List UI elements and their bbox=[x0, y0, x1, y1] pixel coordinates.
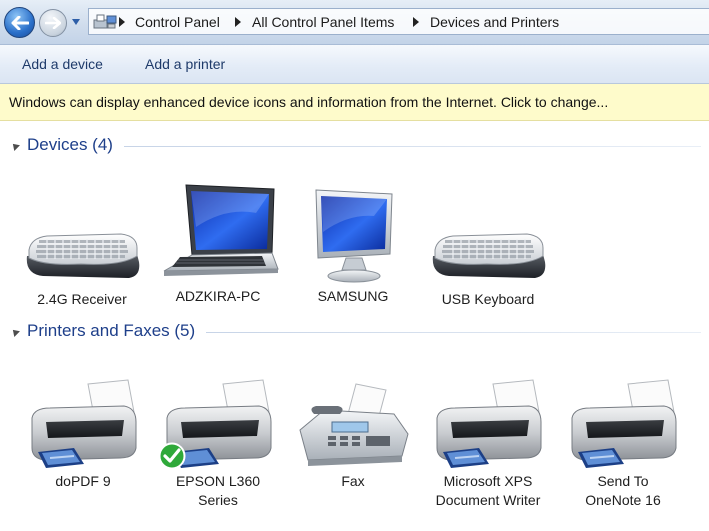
recent-pages-dropdown-icon[interactable] bbox=[71, 18, 81, 26]
keyboard-icon bbox=[26, 233, 140, 278]
info-bar-text[interactable]: Windows can display enhanced device icon… bbox=[9, 94, 608, 110]
printer-label: doPDF 9 bbox=[55, 473, 111, 489]
default-printer-check-icon bbox=[158, 442, 186, 470]
devices-group-header[interactable]: Devices (4) bbox=[0, 134, 709, 158]
printer-icon bbox=[571, 379, 677, 468]
device-item-adzkira-pc[interactable]: ADZKIRA-PC bbox=[153, 183, 283, 306]
info-bar[interactable]: Windows can display enhanced device icon… bbox=[0, 84, 709, 121]
add-device-button[interactable]: Add a device bbox=[22, 56, 103, 72]
printers-group-header[interactable]: Printers and Faxes (5) bbox=[0, 320, 709, 344]
printer-item-send-to-onenote[interactable]: Send To OneNote 16 bbox=[558, 378, 688, 510]
breadcrumb-separator-icon[interactable] bbox=[413, 17, 419, 27]
command-bar: Add a device Add a printer bbox=[0, 45, 709, 84]
printer-label-line2: Series bbox=[198, 492, 238, 508]
device-label: 2.4G Receiver bbox=[37, 291, 127, 307]
printer-item-dopdf-9[interactable]: doPDF 9 bbox=[18, 378, 148, 491]
printer-label: Microsoft XPS bbox=[443, 473, 533, 489]
collapse-triangle-icon[interactable] bbox=[10, 141, 20, 151]
collapse-triangle-icon[interactable] bbox=[10, 327, 20, 337]
device-label: SAMSUNG bbox=[317, 288, 389, 304]
printer-item-epson-l360[interactable]: EPSON L360 Series bbox=[153, 378, 283, 510]
breadcrumb-separator-icon[interactable] bbox=[235, 17, 241, 27]
address-bar[interactable]: Control Panel All Control Panel Items De… bbox=[88, 8, 709, 35]
breadcrumb-item-devices-printers[interactable]: Devices and Printers bbox=[430, 14, 559, 30]
breadcrumb-item-all-items[interactable]: All Control Panel Items bbox=[252, 14, 394, 30]
printer-label-line2: Document Writer bbox=[435, 492, 541, 508]
printer-label-line2: OneNote 16 bbox=[585, 492, 661, 508]
address-toolbar: Control Panel All Control Panel Items De… bbox=[0, 0, 709, 45]
printer-item-fax[interactable]: Fax bbox=[288, 380, 418, 491]
arrow-right-icon bbox=[45, 17, 61, 29]
device-item-samsung[interactable]: SAMSUNG bbox=[288, 188, 418, 306]
device-item-usb-keyboard[interactable]: USB Keyboard bbox=[423, 226, 553, 309]
keyboard-icon bbox=[432, 233, 546, 278]
device-item-2-4g-receiver[interactable]: 2.4G Receiver bbox=[17, 226, 147, 309]
monitor-icon bbox=[315, 189, 393, 283]
group-divider bbox=[206, 332, 701, 333]
printer-item-microsoft-xps[interactable]: Microsoft XPS Document Writer bbox=[423, 378, 553, 510]
printer-icon bbox=[31, 379, 137, 468]
laptop-icon bbox=[163, 184, 279, 276]
add-printer-button[interactable]: Add a printer bbox=[145, 56, 225, 72]
printer-icon bbox=[436, 379, 542, 468]
printer-label: Fax bbox=[341, 473, 365, 489]
arrow-left-icon bbox=[11, 15, 29, 30]
devices-printers-icon bbox=[93, 14, 117, 29]
device-label: ADZKIRA-PC bbox=[175, 288, 261, 304]
breadcrumb-item-control-panel[interactable]: Control Panel bbox=[135, 14, 220, 30]
printer-label: Send To bbox=[597, 473, 649, 489]
printer-label: EPSON L360 bbox=[175, 473, 261, 489]
group-divider bbox=[124, 146, 701, 147]
forward-button[interactable] bbox=[39, 9, 67, 37]
fax-icon bbox=[299, 383, 409, 466]
device-label: USB Keyboard bbox=[441, 291, 535, 307]
devices-group-title: Devices (4) bbox=[27, 135, 113, 154]
printers-group-title: Printers and Faxes (5) bbox=[27, 321, 196, 340]
breadcrumb-separator-icon[interactable] bbox=[119, 17, 125, 27]
back-button[interactable] bbox=[4, 7, 35, 38]
